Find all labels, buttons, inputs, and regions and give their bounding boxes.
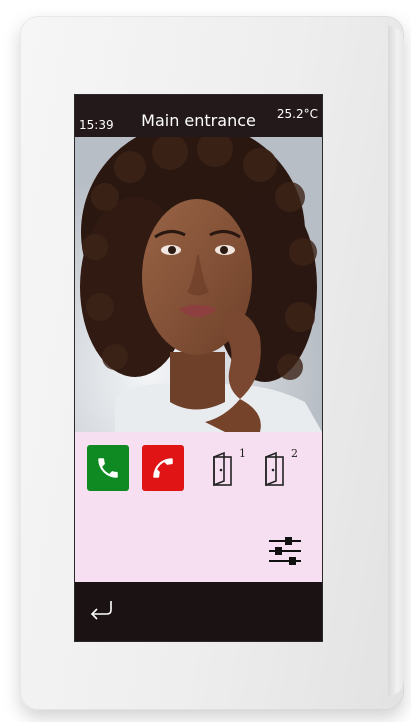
reject-call-button[interactable] [142, 445, 184, 491]
device-edge [388, 26, 404, 696]
accept-call-button[interactable] [87, 445, 129, 491]
door-number: 2 [291, 447, 298, 460]
camera-feed [75, 137, 322, 432]
back-arrow-icon [90, 601, 112, 620]
phone-hangup-icon [153, 458, 173, 478]
back-button[interactable] [87, 598, 117, 622]
touch-screen: 15:39 Main entrance 25.2°C 1 2 [75, 95, 322, 641]
stage: 15:39 Main entrance 25.2°C 1 2 [0, 0, 411, 722]
camera-image [75, 137, 322, 432]
door-icon [265, 451, 284, 487]
open-door-1-button[interactable]: 1 [210, 447, 246, 491]
call-controls: 1 2 [75, 432, 322, 582]
open-door-2-button[interactable]: 2 [262, 447, 298, 491]
temperature-readout: 25.2°C [276, 107, 318, 121]
status-bar: 15:39 Main entrance 25.2°C [75, 95, 322, 137]
settings-button[interactable] [265, 535, 305, 567]
sliders-icon [269, 537, 301, 565]
phone-icon [98, 458, 118, 478]
door-number: 1 [239, 447, 246, 460]
door-icon [213, 451, 232, 487]
bottom-bar [75, 582, 322, 641]
